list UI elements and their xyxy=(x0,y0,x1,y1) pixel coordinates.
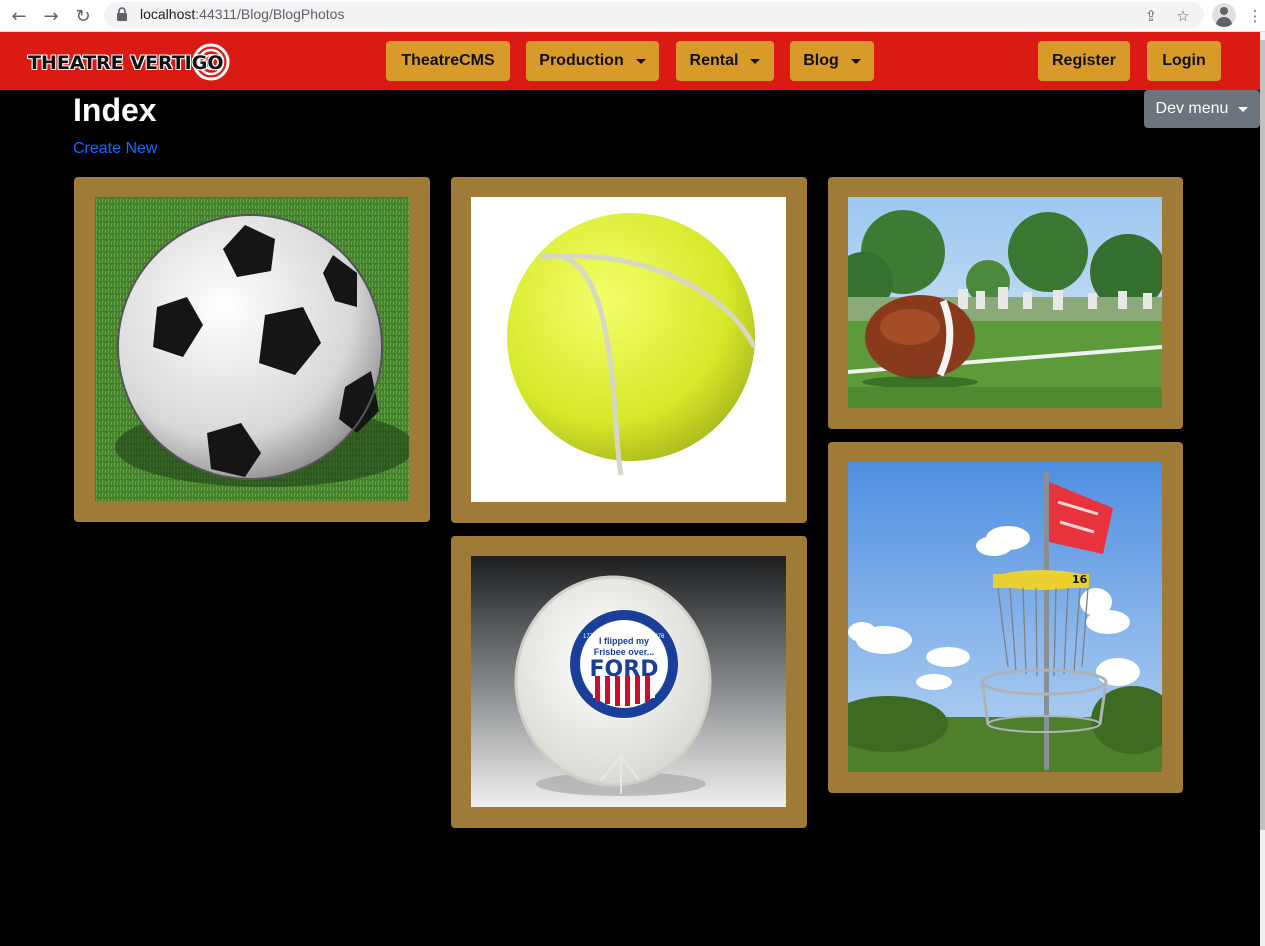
photo-football[interactable] xyxy=(848,197,1162,408)
frisbee-text-ford: FORD xyxy=(590,657,659,682)
login-button[interactable]: Login xyxy=(1147,41,1221,81)
photo-card-soccer[interactable] xyxy=(74,177,430,522)
photo-card-football[interactable] xyxy=(828,177,1183,429)
photo-tennis-ball[interactable] xyxy=(471,197,786,502)
football-image xyxy=(848,197,1162,408)
basket-number: 16 xyxy=(1072,573,1088,586)
photo-card-disc-golf[interactable]: 16 xyxy=(828,442,1183,793)
nav-production-dropdown[interactable]: Production xyxy=(526,41,659,81)
frisbee-year-left: 1776 xyxy=(583,634,597,640)
nav-blog-dropdown[interactable]: Blog xyxy=(790,41,874,81)
scrollbar-thumb[interactable] xyxy=(1260,40,1265,830)
theatre-vertigo-logo[interactable]: THEATRE VERTIGO xyxy=(28,43,232,81)
photo-card-frisbee[interactable]: I flipped my Frisbee over... FORD 1776 1… xyxy=(451,536,807,828)
frisbee-image: I flipped my Frisbee over... FORD 1776 1… xyxy=(471,556,786,807)
photo-card-tennis[interactable] xyxy=(451,177,807,523)
create-new-link[interactable]: Create New xyxy=(73,140,157,158)
browser-menu-icon[interactable]: ⋮ xyxy=(1242,3,1265,29)
bookmark-star-icon[interactable]: ☆ xyxy=(1170,3,1196,29)
back-icon[interactable]: ← xyxy=(6,3,32,29)
share-icon[interactable]: ⇪ xyxy=(1138,3,1164,29)
chevron-down-icon xyxy=(1238,106,1249,112)
lock-icon xyxy=(117,7,127,21)
photo-disc-golf[interactable]: 16 xyxy=(848,462,1162,772)
chevron-down-icon xyxy=(850,58,861,64)
nav-rental-dropdown[interactable]: Rental xyxy=(676,41,774,81)
soccer-ball-image xyxy=(95,197,409,501)
chevron-down-icon xyxy=(635,58,646,64)
forward-icon[interactable]: → xyxy=(38,3,64,29)
logo-text: THEATRE VERTIGO xyxy=(28,52,224,74)
photo-frisbee[interactable]: I flipped my Frisbee over... FORD 1776 1… xyxy=(471,556,786,807)
browser-toolbar: ← → ↻ localhost:44311/Blog/BlogPhotos ⇪ … xyxy=(0,0,1265,32)
profile-avatar-icon[interactable] xyxy=(1212,3,1236,27)
site-navbar: THEATRE VERTIGO TheatreCMS Production Re… xyxy=(0,32,1260,90)
url-text: localhost:44311/Blog/BlogPhotos xyxy=(140,6,345,22)
address-bar[interactable]: localhost:44311/Blog/BlogPhotos xyxy=(104,2,1204,28)
tennis-ball-image xyxy=(507,213,757,476)
dev-menu-dropdown[interactable]: Dev menu xyxy=(1144,90,1260,128)
disc-golf-image: 16 xyxy=(848,462,1162,772)
page-title: Index xyxy=(73,92,157,128)
photo-soccer-ball[interactable] xyxy=(95,197,409,501)
reload-icon[interactable]: ↻ xyxy=(70,3,96,29)
frisbee-text-line2: Frisbee over... xyxy=(594,647,655,657)
frisbee-year-right: 1976 xyxy=(651,634,665,640)
frisbee-text-line1: I flipped my xyxy=(599,636,649,646)
chevron-down-icon xyxy=(750,58,761,64)
nav-theatrecms-button[interactable]: TheatreCMS xyxy=(386,41,510,81)
register-button[interactable]: Register xyxy=(1038,41,1130,81)
